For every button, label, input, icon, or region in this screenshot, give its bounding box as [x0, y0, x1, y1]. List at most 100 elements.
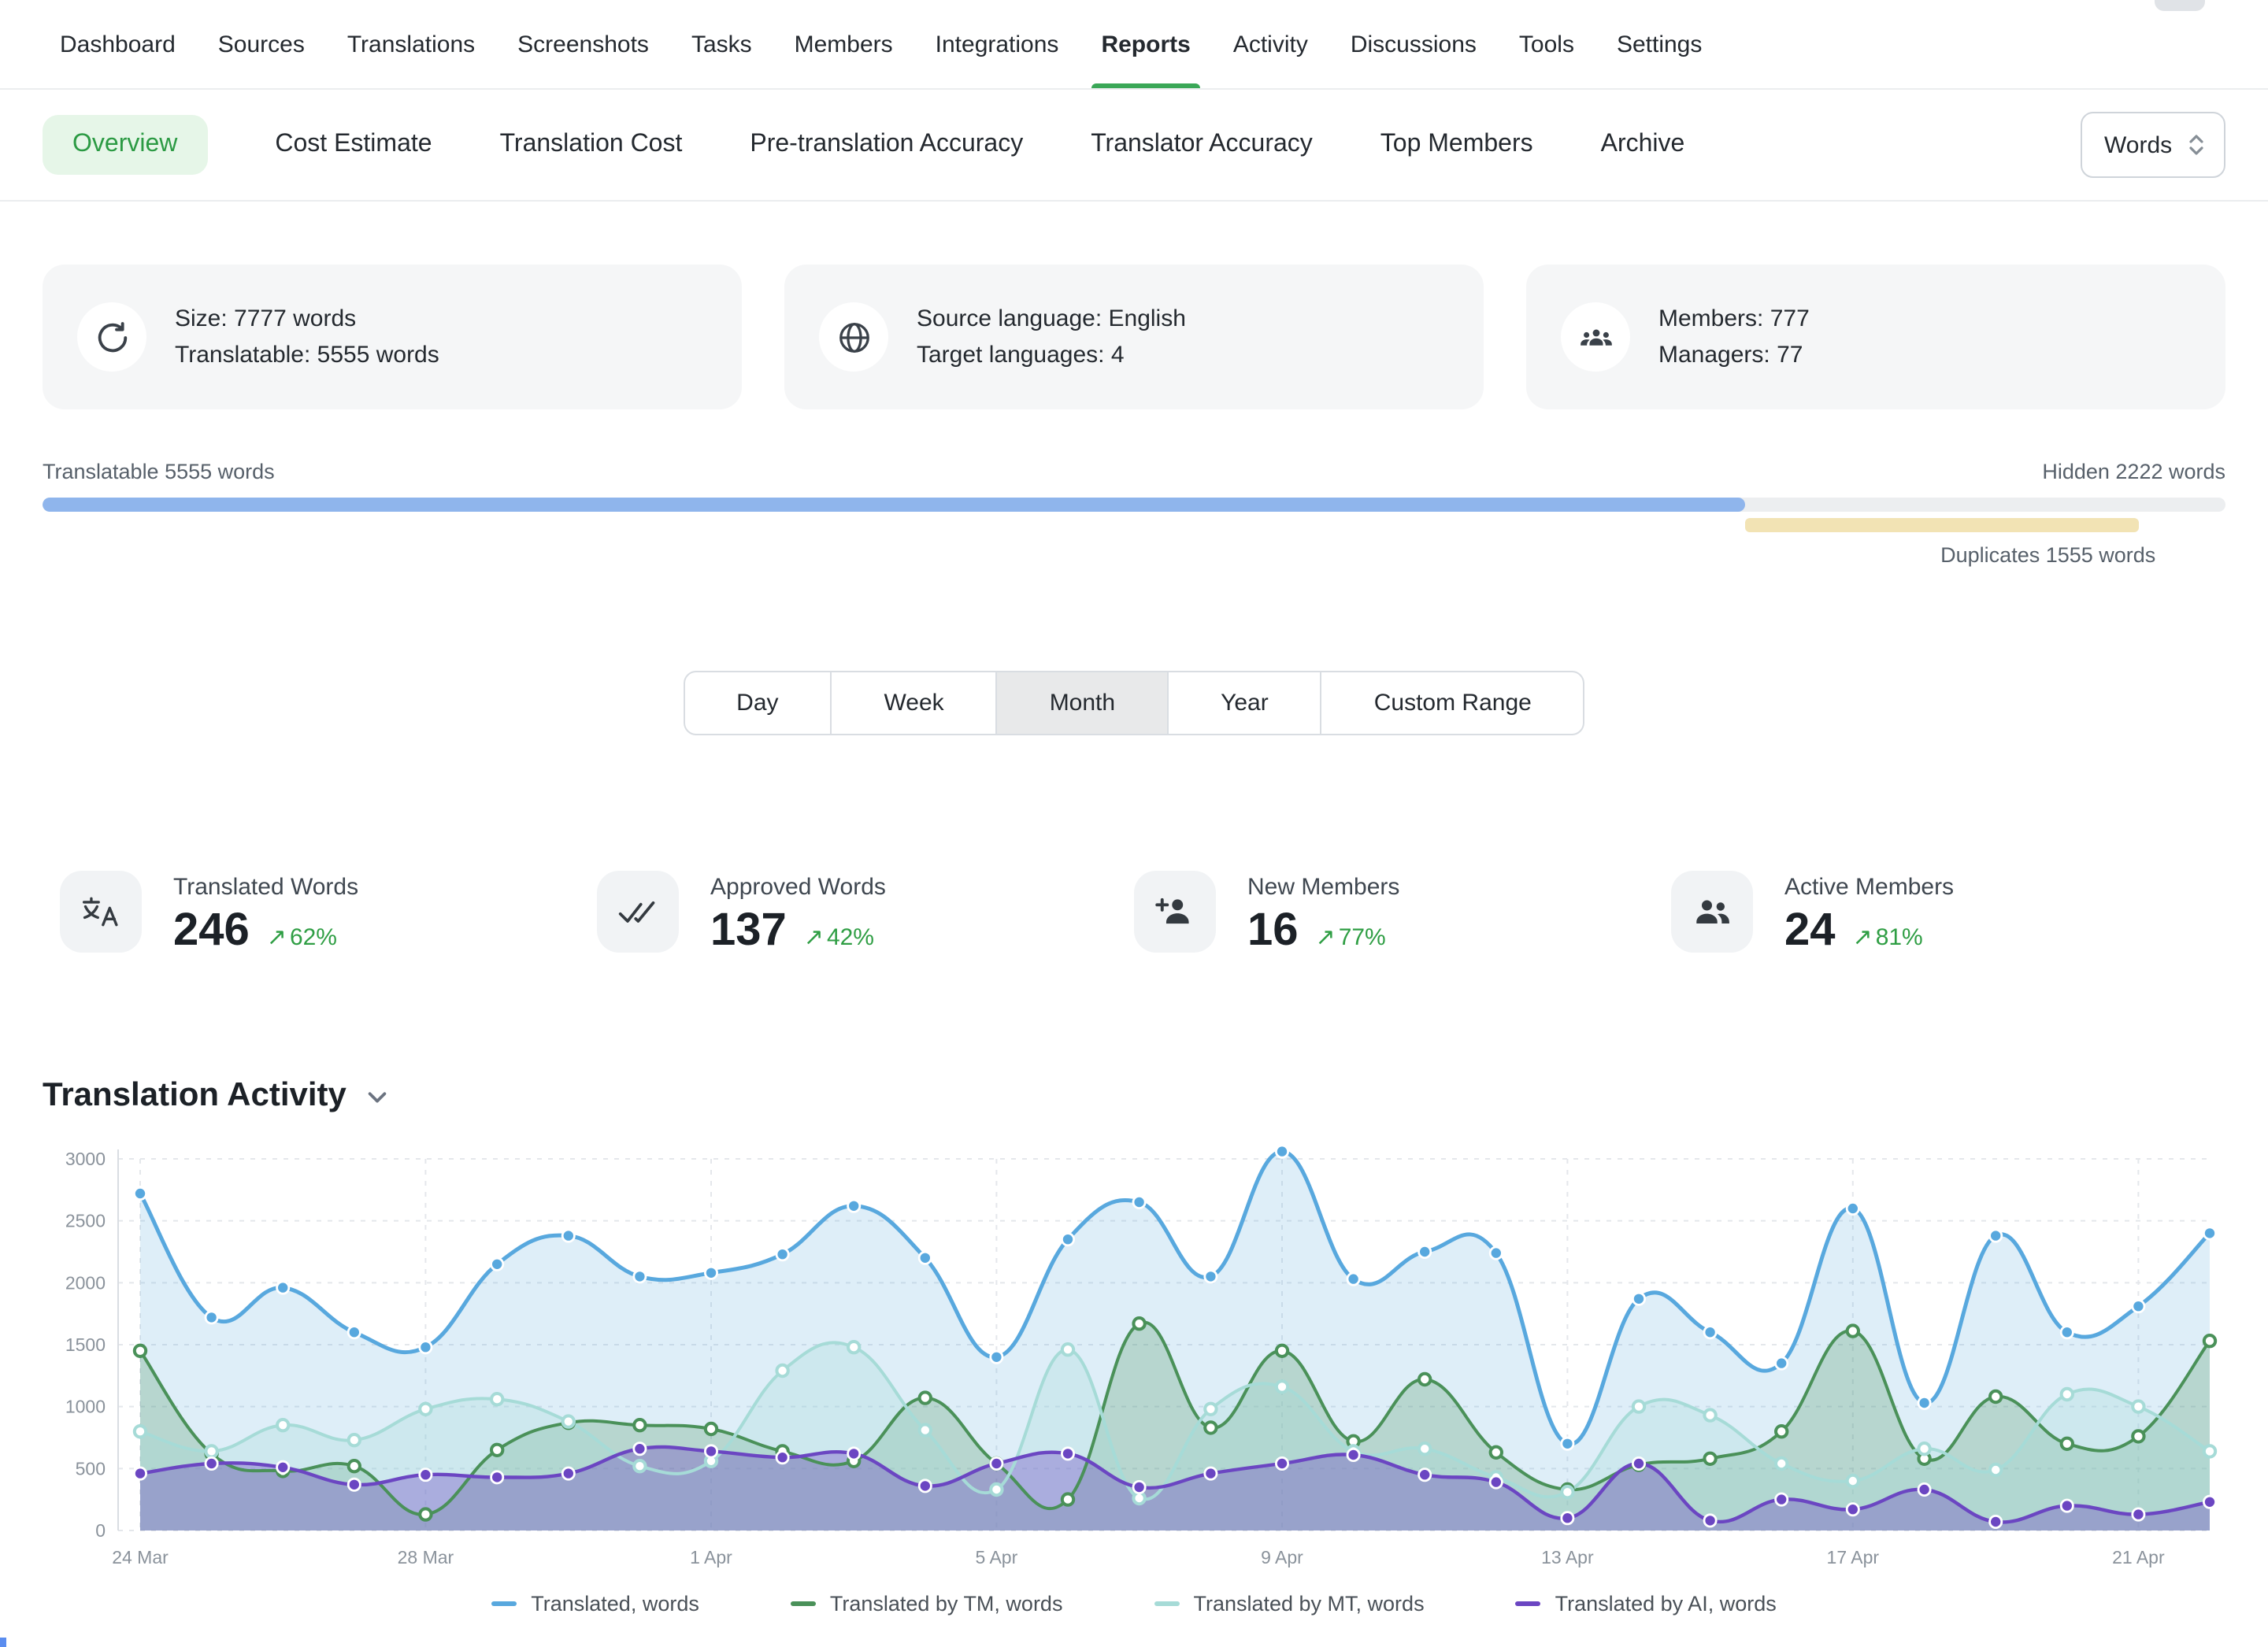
svg-text:3000: 3000: [65, 1149, 106, 1169]
report-tab-overview[interactable]: Overview: [43, 115, 207, 175]
chart-legend: Translated, words Translated by TM, words…: [43, 1592, 2225, 1616]
updown-icon: [2188, 132, 2205, 157]
trend-up-icon: ↗: [1316, 923, 1336, 951]
summary-card-0: Size: 7777 wordsTranslatable: 5555 words: [43, 265, 742, 409]
report-tab-archive[interactable]: Archive: [1601, 131, 1685, 159]
globe-icon: [819, 302, 888, 372]
svg-text:21 Apr: 21 Apr: [2112, 1547, 2165, 1567]
reports-overview-page: Dashboard Sources Translations Screenshots T…: [0, 0, 2268, 1647]
nav-item-members[interactable]: Members: [795, 0, 893, 88]
chevron-down-icon[interactable]: [365, 1084, 389, 1108]
nav-item-activity[interactable]: Activity: [1233, 0, 1308, 88]
legend-item-translated-by-mt-words[interactable]: Translated by MT, words: [1154, 1592, 1424, 1616]
svg-text:1 Apr: 1 Apr: [690, 1547, 732, 1567]
stat-delta-value: 77%: [1339, 924, 1386, 951]
hidden-label: Hidden 2222 words: [2042, 460, 2225, 483]
nav-item-discussions[interactable]: Discussions: [1351, 0, 1477, 88]
legend-label: Translated by AI, words: [1555, 1592, 1777, 1616]
summary-card-2-line-0: Members: 777: [1658, 301, 1810, 337]
legend-item-translated-by-tm-words[interactable]: Translated by TM, words: [791, 1592, 1063, 1616]
range-tab-custom-range[interactable]: Custom Range: [1321, 671, 1585, 735]
svg-text:5 Apr: 5 Apr: [976, 1547, 1018, 1567]
summary-card-1-line-0: Source language: English: [917, 301, 1186, 337]
top-right-partial[interactable]: [2155, 0, 2205, 11]
svg-text:9 Apr: 9 Apr: [1261, 1547, 1303, 1567]
nav-item-integrations[interactable]: Integrations: [936, 0, 1059, 88]
duplicates-label: Duplicates 1555 words: [43, 543, 2225, 567]
nav-item-tasks[interactable]: Tasks: [691, 0, 752, 88]
nav-item-reports[interactable]: Reports: [1101, 0, 1190, 88]
translation-activity-chart: 05001000150020002500300024 Mar28 Mar1 Ap…: [43, 1137, 2225, 1586]
activity-chart-svg: 05001000150020002500300024 Mar28 Mar1 Ap…: [43, 1137, 2225, 1578]
person-add-icon: [1134, 871, 1216, 953]
summary-card-0-line-0: Size: 7777 words: [175, 301, 439, 337]
legend-dash-icon: [1154, 1601, 1179, 1606]
trend-up-icon: ↗: [267, 923, 287, 951]
report-tab-cost-estimate[interactable]: Cost Estimate: [275, 131, 432, 159]
legend-label: Translated by MT, words: [1193, 1592, 1424, 1616]
nav-item-sources[interactable]: Sources: [218, 0, 305, 88]
range-tab-year[interactable]: Year: [1167, 671, 1322, 735]
nav-item-settings[interactable]: Settings: [1617, 0, 1702, 88]
summary-cards: Size: 7777 wordsTranslatable: 5555 words…: [0, 265, 2268, 409]
stat-value: 24: [1784, 905, 1836, 957]
svg-text:1500: 1500: [65, 1334, 106, 1355]
main-nav: Dashboard Sources Translations Screenshots T…: [0, 0, 2268, 90]
legend-label: Translated by TM, words: [830, 1592, 1063, 1616]
report-tab-translator-accuracy[interactable]: Translator Accuracy: [1091, 131, 1313, 159]
nav-item-dashboard[interactable]: Dashboard: [60, 0, 176, 88]
summary-card-1-line-1: Target languages: 4: [917, 337, 1186, 373]
stat-delta: ↗77%: [1316, 923, 1386, 951]
legend-item-translated-by-ai-words[interactable]: Translated by AI, words: [1516, 1592, 1777, 1616]
trend-up-icon: ↗: [804, 923, 824, 951]
summary-card-2-line-1: Managers: 77: [1658, 337, 1810, 373]
progress-circle-icon: [77, 302, 146, 372]
report-tab-pre-translation-accuracy[interactable]: Pre-translation Accuracy: [750, 131, 1023, 159]
duplicates-bar-row: [43, 518, 2225, 532]
range-tab-week[interactable]: Week: [831, 671, 998, 735]
legend-dash-icon: [791, 1601, 816, 1606]
stat-card-approved-words: Approved Words 137 ↗42%: [597, 871, 1134, 957]
units-select-value: Words: [2104, 131, 2172, 158]
legend-item-translated-words[interactable]: Translated, words: [491, 1592, 699, 1616]
summary-card-2: Members: 777Managers: 77: [1526, 265, 2225, 409]
report-tabs: Overview Cost Estimate Translation Cost Pre…: [43, 115, 1684, 175]
bottom-left-partial: [0, 1638, 6, 1647]
stat-delta-value: 81%: [1876, 924, 1923, 951]
stat-delta: ↗62%: [267, 923, 337, 951]
section-title: Translation Activity: [43, 1077, 346, 1115]
trend-up-icon: ↗: [1853, 923, 1873, 951]
stat-card-active-members: Active Members 24 ↗81%: [1671, 871, 2208, 957]
svg-text:2500: 2500: [65, 1211, 106, 1231]
translatable-bar-fill: [43, 498, 1745, 512]
words-progress-bar: [43, 498, 2225, 512]
stat-delta-value: 62%: [290, 924, 337, 951]
stat-card-translated-words: Translated Words246↗62%: [60, 871, 597, 957]
nav-item-tools[interactable]: Tools: [1519, 0, 1574, 88]
units-select[interactable]: Words: [2081, 112, 2225, 178]
duplicates-bar-fill: [1745, 518, 2138, 532]
svg-text:24 Mar: 24 Mar: [112, 1547, 169, 1567]
svg-text:2000: 2000: [65, 1272, 106, 1293]
range-tab-day[interactable]: Day: [683, 671, 832, 735]
translate-icon: [60, 871, 142, 953]
stat-value: 137: [710, 905, 787, 957]
people-icon: [1671, 871, 1753, 953]
main-nav-items: Dashboard Sources Translations Screenshots T…: [60, 0, 1702, 88]
report-tab-translation-cost[interactable]: Translation Cost: [500, 131, 683, 159]
legend-dash-icon: [491, 1601, 517, 1606]
report-tab-top-members[interactable]: Top Members: [1380, 131, 1533, 159]
stat-delta: ↗42%: [804, 923, 874, 951]
svg-text:1000: 1000: [65, 1397, 106, 1417]
stat-label: Approved Words: [710, 874, 886, 901]
translatable-label: Translatable 5555 words: [43, 460, 275, 483]
legend-dash-icon: [1516, 1601, 1541, 1606]
range-tab-month[interactable]: Month: [996, 671, 1169, 735]
words-breakdown: Translatable 5555 words Hidden 2222 word…: [0, 460, 2268, 567]
svg-text:500: 500: [76, 1458, 106, 1479]
nav-item-translations[interactable]: Translations: [347, 0, 475, 88]
stat-value: 246: [173, 905, 250, 957]
nav-item-screenshots[interactable]: Screenshots: [517, 0, 649, 88]
stat-label: Active Members: [1784, 874, 1954, 901]
stat-delta: ↗81%: [1853, 923, 1923, 951]
